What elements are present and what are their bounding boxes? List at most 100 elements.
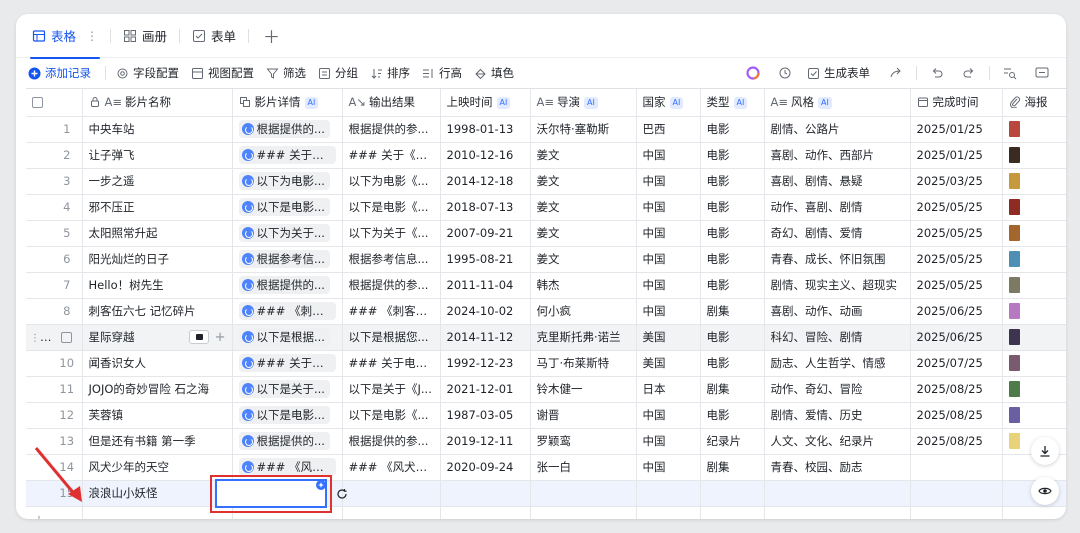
cell-poster[interactable]: [1002, 298, 1066, 325]
row-checkbox[interactable]: [61, 332, 73, 343]
ai-result-pill[interactable]: ### 关于《...: [238, 146, 336, 164]
row-select-cell[interactable]: [26, 298, 52, 325]
cell-detail[interactable]: 根据提供的...: [232, 116, 343, 143]
cell-title[interactable]: 太阳照常升起: [82, 220, 233, 247]
expand-record-icon[interactable]: [188, 330, 209, 344]
row-select-cell[interactable]: [26, 194, 52, 221]
table-row[interactable]: 13 但是还有书籍 第一季 根据提供的... 根据提供的参... 2019-12-11 罗…: [26, 428, 1066, 455]
cell-release-date[interactable]: 1992-12-23: [440, 350, 531, 377]
ai-result-pill[interactable]: 以下为关于...: [238, 224, 330, 242]
ai-result-pill[interactable]: 以下是电影...: [238, 406, 330, 424]
cell-output[interactable]: ### 关于《让...: [342, 142, 441, 169]
automation-icon[interactable]: [777, 65, 793, 81]
poster-thumbnail[interactable]: [1008, 303, 1020, 319]
cell-type[interactable]: 电影: [700, 194, 765, 221]
cell-director[interactable]: 谢晋: [530, 402, 637, 429]
cell-style[interactable]: 科幻、冒险、剧情: [764, 324, 911, 351]
cell-finish-date[interactable]: 2025/06/25: [910, 324, 1003, 351]
ai-result-pill[interactable]: ### 《风犬...: [238, 458, 336, 476]
cell-release-date[interactable]: 2014-12-18: [440, 168, 531, 195]
poster-thumbnail[interactable]: [1008, 355, 1020, 371]
cell-director[interactable]: 沃尔特·塞勒斯: [530, 116, 637, 143]
cell-finish-date[interactable]: 2025/05/25: [910, 246, 1003, 273]
cell-type[interactable]: 剧集: [700, 298, 765, 325]
cell-finish-date[interactable]: 2025/01/25: [910, 116, 1003, 143]
cell-detail[interactable]: 以下为关于...: [232, 220, 343, 247]
cell-country[interactable]: 中国: [636, 194, 701, 221]
cell-finish-date[interactable]: 2025/05/25: [910, 272, 1003, 299]
row-select-cell[interactable]: [26, 168, 52, 195]
cell-output[interactable]: 以下为关于《...: [342, 220, 441, 247]
drag-handle-icon[interactable]: ⋮⋮: [30, 333, 50, 344]
view-config-button[interactable]: 视图配置: [191, 65, 254, 81]
table-row[interactable]: 11 JOJO的奇妙冒险 石之海 以下是关于... 以下是关于《J... 2021-12…: [26, 376, 1066, 403]
fill-color-button[interactable]: 填色: [474, 65, 514, 81]
cell-release-date[interactable]: 2011-11-04: [440, 272, 531, 299]
cell-style[interactable]: 青春、成长、怀旧氛围: [764, 246, 911, 273]
cell-country[interactable]: 巴西: [636, 116, 701, 143]
row-select-cell[interactable]: [26, 116, 52, 143]
cell-poster[interactable]: [1002, 168, 1066, 195]
cell-title[interactable]: 让子弹飞: [82, 142, 233, 169]
cell-title[interactable]: 阳光灿烂的日子: [82, 246, 233, 273]
row-select-cell[interactable]: [26, 272, 52, 299]
cell-title[interactable]: Hello！树先生: [82, 272, 233, 299]
add-row-icon[interactable]: +: [215, 330, 226, 345]
tab-form[interactable]: 表单: [184, 22, 244, 50]
poster-thumbnail[interactable]: [1008, 407, 1020, 423]
add-record-button[interactable]: 添加记录: [28, 65, 91, 81]
cell-empty[interactable]: [636, 480, 701, 507]
cell-title[interactable]: 中央车站: [82, 116, 233, 143]
cell-poster[interactable]: [1002, 246, 1066, 273]
cell-style[interactable]: 励志、人生哲学、情感: [764, 350, 911, 377]
cell-output[interactable]: 根据参考信息...: [342, 246, 441, 273]
column-header-type[interactable]: 类型 AI: [700, 89, 765, 117]
table-row[interactable]: 10 闻香识女人 ### 关于电... ### 关于电影... 1992-12-23 马丁…: [26, 350, 1066, 377]
ai-result-pill[interactable]: 根据提供的...: [238, 120, 330, 138]
cell-output[interactable]: ### 《风犬少...: [342, 454, 441, 481]
cell-output[interactable]: ### 关于电影...: [342, 350, 441, 377]
cell-finish-date[interactable]: 2025/08/25: [910, 402, 1003, 429]
cell-release-date[interactable]: 2018-07-13: [440, 194, 531, 221]
cell-release-date[interactable]: 2019-12-11: [440, 428, 531, 455]
cell-detail[interactable]: 以下是电影...: [232, 194, 343, 221]
cell-type[interactable]: 电影: [700, 246, 765, 273]
row-select-cell[interactable]: [26, 220, 52, 247]
cell-release-date[interactable]: 2014-11-12: [440, 324, 531, 351]
cell-director[interactable]: 姜文: [530, 168, 637, 195]
cell-director[interactable]: 姜文: [530, 142, 637, 169]
cell-type[interactable]: 剧集: [700, 376, 765, 403]
cell-output[interactable]: 以下是电影《...: [342, 402, 441, 429]
ai-result-pill[interactable]: 以下是电影...: [238, 198, 330, 216]
column-header-style[interactable]: A≡ 风格 AI: [764, 89, 911, 117]
poster-thumbnail[interactable]: [1008, 121, 1020, 137]
cell-poster[interactable]: [1002, 350, 1066, 377]
row-select-cell[interactable]: [26, 350, 52, 377]
cell-type[interactable]: 电影: [700, 324, 765, 351]
column-header-poster[interactable]: 海报: [1002, 89, 1066, 117]
cell-detail[interactable]: 以下是电影...: [232, 402, 343, 429]
cell-director[interactable]: 韩杰: [530, 272, 637, 299]
cell-poster[interactable]: [1002, 116, 1066, 143]
cell-title[interactable]: 芙蓉镇: [82, 402, 233, 429]
detail-edit-input[interactable]: [215, 479, 327, 508]
cell-release-date[interactable]: 1995-08-21: [440, 246, 531, 273]
column-header-date[interactable]: 上映时间 AI: [440, 89, 531, 117]
cell-finish-date[interactable]: 2025/01/25: [910, 142, 1003, 169]
row-select-cell[interactable]: [26, 402, 52, 429]
cell-country[interactable]: 中国: [636, 454, 701, 481]
column-header-title[interactable]: A≡ 影片名称: [82, 89, 233, 117]
cell-poster[interactable]: [1002, 272, 1066, 299]
ai-result-pill[interactable]: 根据提供的...: [238, 432, 330, 450]
poster-thumbnail[interactable]: [1008, 173, 1020, 189]
cell-country[interactable]: 中国: [636, 220, 701, 247]
poster-thumbnail[interactable]: [1008, 277, 1020, 293]
cell-country[interactable]: 中国: [636, 272, 701, 299]
cell-style[interactable]: 喜剧、动作、西部片: [764, 142, 911, 169]
tab-gallery[interactable]: 画册: [115, 22, 175, 50]
cell-title[interactable]: JOJO的奇妙冒险 石之海: [82, 376, 233, 403]
cell-title[interactable]: 邪不压正: [82, 194, 233, 221]
cell-country[interactable]: 中国: [636, 142, 701, 169]
cell-style[interactable]: 剧情、公路片: [764, 116, 911, 143]
group-button[interactable]: 分组: [318, 65, 358, 81]
